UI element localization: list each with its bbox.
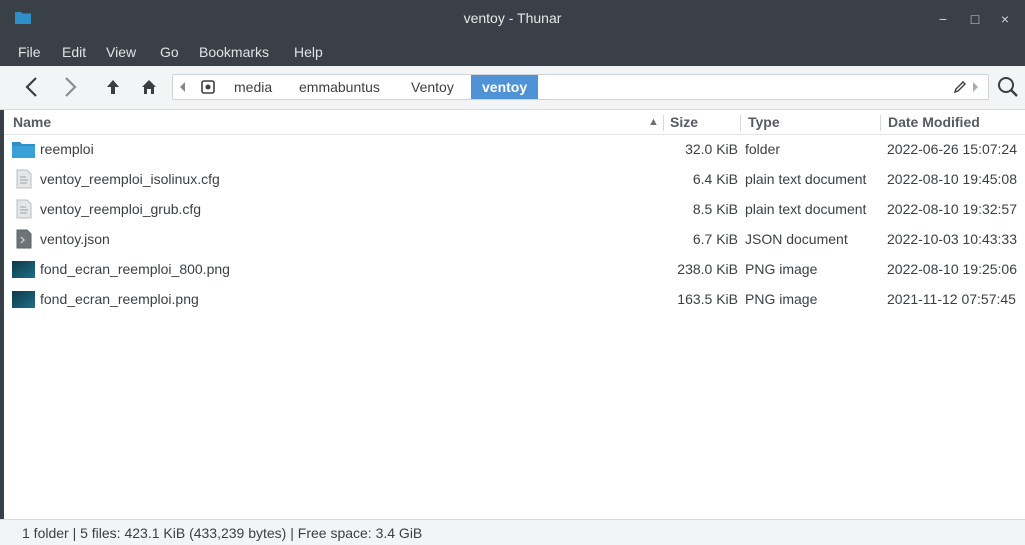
back-button[interactable] — [20, 75, 44, 99]
crumb-scroll-left-icon[interactable] — [180, 82, 185, 92]
minimize-button[interactable]: − — [934, 10, 952, 28]
crumb-emmabuntus[interactable]: emmabuntus — [299, 75, 380, 99]
file-date: 2022-08-10 19:45:08 — [887, 171, 1017, 187]
list-item[interactable]: reemploi 32.0 KiB folder 2022-06-26 15:0… — [0, 135, 1025, 165]
file-date: 2022-08-10 19:32:57 — [887, 201, 1017, 217]
file-name: ventoy_reemploi_grub.cfg — [40, 201, 202, 217]
file-size: 163.5 KiB — [677, 291, 738, 307]
sort-ascending-icon[interactable]: ▲ — [648, 116, 659, 128]
column-separator[interactable] — [663, 115, 664, 131]
image-thumbnail-icon — [12, 291, 35, 308]
status-text: 1 folder | 5 files: 423.1 KiB (433,239 b… — [22, 525, 423, 541]
file-date: 2022-10-03 10:43:33 — [887, 231, 1017, 247]
toolbar: media emmabuntus Ventoy ventoy — [0, 66, 1025, 110]
column-date-modified[interactable]: Date Modified — [888, 114, 980, 130]
file-name: ventoy_reemploi_isolinux.cfg — [40, 171, 220, 187]
file-type: PNG image — [745, 261, 818, 277]
file-type: folder — [745, 141, 781, 157]
menu-bar: File Edit View Go Bookmarks Help — [0, 38, 1025, 66]
drive-icon[interactable] — [201, 80, 215, 94]
crumb-ventoy-parent[interactable]: Ventoy — [411, 75, 454, 99]
column-separator[interactable] — [880, 115, 881, 131]
breadcrumb: media emmabuntus Ventoy ventoy — [172, 74, 989, 100]
file-type: plain text document — [745, 171, 867, 187]
file-date: 2022-08-10 19:25:06 — [887, 261, 1017, 277]
image-thumbnail-icon — [12, 261, 35, 278]
menu-edit[interactable]: Edit — [62, 44, 86, 60]
column-type[interactable]: Type — [748, 114, 780, 130]
file-type: plain text document — [745, 201, 867, 217]
crumb-media[interactable]: media — [234, 75, 272, 99]
file-name: reemploi — [40, 141, 94, 157]
column-size[interactable]: Size — [670, 114, 698, 130]
file-name: fond_ecran_reemploi_800.png — [40, 261, 230, 277]
up-button[interactable] — [101, 75, 125, 99]
close-button[interactable]: × — [996, 10, 1014, 28]
title-bar: ventoy - Thunar − □ × — [0, 0, 1025, 38]
maximize-button[interactable]: □ — [966, 10, 984, 28]
window-title: ventoy - Thunar — [463, 10, 562, 26]
file-size: 32.0 KiB — [685, 141, 738, 157]
file-name: ventoy.json — [40, 231, 110, 247]
search-icon — [998, 77, 1018, 97]
column-separator[interactable] — [740, 115, 741, 131]
text-file-icon — [16, 169, 32, 189]
list-item[interactable]: ventoy.json 6.7 KiB JSON document 2022-1… — [0, 225, 1025, 255]
crumb-ventoy-current[interactable]: ventoy — [471, 75, 539, 99]
home-icon — [142, 80, 156, 94]
file-date: 2021-11-12 07:57:45 — [887, 291, 1016, 307]
back-arrow-icon — [25, 77, 37, 97]
crumb-scroll-right-icon[interactable] — [973, 82, 978, 92]
window-left-border — [0, 110, 4, 520]
menu-go[interactable]: Go — [160, 44, 179, 60]
text-file-icon — [16, 199, 32, 219]
list-item[interactable]: ventoy_reemploi_isolinux.cfg 6.4 KiB pla… — [0, 165, 1025, 195]
file-date: 2022-06-26 15:07:24 — [887, 141, 1017, 157]
file-size: 6.7 KiB — [692, 231, 738, 247]
menu-file[interactable]: File — [18, 44, 41, 60]
menu-bookmarks[interactable]: Bookmarks — [199, 44, 269, 60]
home-button[interactable] — [137, 75, 161, 99]
file-size: 238.0 KiB — [677, 261, 738, 277]
forward-arrow-icon — [65, 77, 77, 97]
forward-button[interactable] — [58, 75, 82, 99]
up-arrow-icon — [107, 80, 119, 94]
list-item[interactable]: fond_ecran_reemploi_800.png 238.0 KiB PN… — [0, 255, 1025, 285]
json-file-icon — [16, 229, 32, 249]
file-size: 8.5 KiB — [692, 201, 738, 217]
edit-pencil-icon[interactable] — [953, 80, 967, 94]
file-type: PNG image — [745, 291, 818, 307]
column-header-row: Name ▲ Size Type Date Modified — [0, 110, 1025, 135]
menu-help[interactable]: Help — [294, 44, 323, 60]
folder-icon — [12, 142, 35, 158]
search-button[interactable] — [996, 75, 1020, 99]
list-item[interactable]: ventoy_reemploi_grub.cfg 8.5 KiB plain t… — [0, 195, 1025, 225]
file-name: fond_ecran_reemploi.png — [40, 291, 199, 307]
list-item[interactable]: fond_ecran_reemploi.png 163.5 KiB PNG im… — [0, 285, 1025, 315]
file-type: JSON document — [745, 231, 848, 247]
column-name[interactable]: Name — [13, 114, 51, 130]
menu-view[interactable]: View — [106, 44, 136, 60]
file-size: 6.4 KiB — [692, 171, 738, 187]
status-bar: 1 folder | 5 files: 423.1 KiB (433,239 b… — [0, 519, 1025, 545]
file-list: reemploi 32.0 KiB folder 2022-06-26 15:0… — [0, 135, 1025, 315]
